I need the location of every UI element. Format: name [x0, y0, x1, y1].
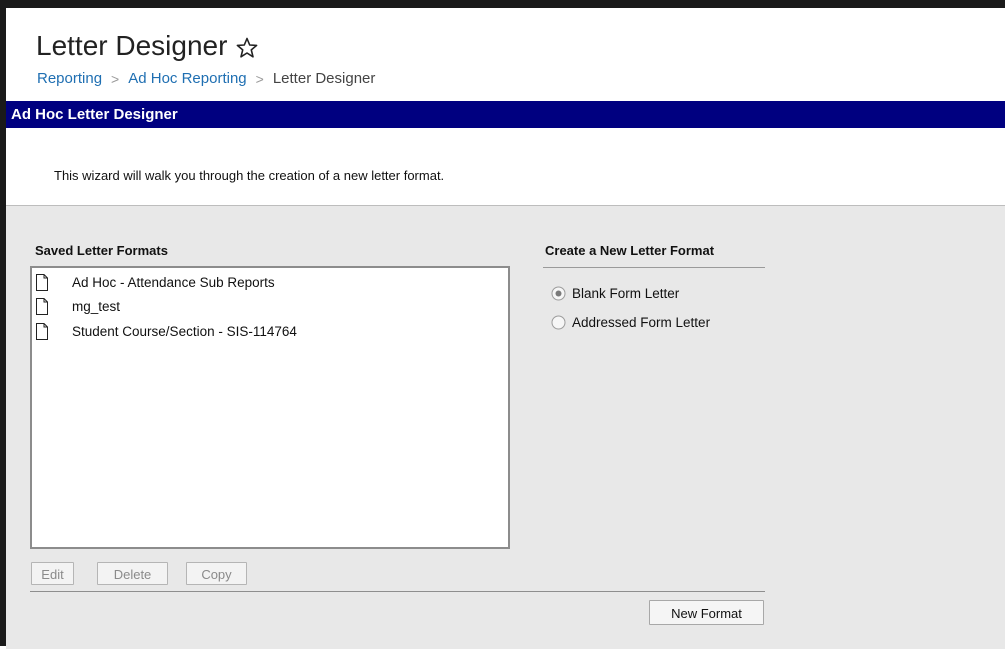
breadcrumb-current: Letter Designer — [272, 70, 376, 87]
wizard-body: Saved Letter Formats Ad Hoc - Attendance… — [6, 206, 1005, 649]
radio-selected-icon[interactable] — [551, 286, 566, 301]
copy-button[interactable]: Copy — [186, 562, 247, 585]
edit-button[interactable]: Edit — [31, 562, 74, 585]
list-item[interactable]: mg_test — [36, 295, 120, 317]
document-icon — [36, 322, 48, 340]
breadcrumb-separator-icon: > — [111, 70, 120, 87]
breadcrumb: Reporting > Ad Hoc Reporting > Letter De… — [37, 70, 375, 87]
page-title: Letter Designer — [36, 30, 228, 61]
list-item-label: Student Course/Section - SIS-114764 — [72, 323, 297, 339]
radio-label: Addressed Form Letter — [572, 315, 711, 330]
divider — [543, 267, 765, 268]
panel-title-bar: Ad Hoc Letter Designer — [6, 101, 1005, 128]
create-format-heading: Create a New Letter Format — [545, 243, 715, 258]
saved-formats-heading: Saved Letter Formats — [35, 243, 168, 258]
radio-unselected-icon[interactable] — [551, 315, 566, 330]
new-format-button[interactable]: New Format — [649, 600, 764, 625]
intro-text: This wizard will walk you through the cr… — [54, 168, 445, 183]
list-item[interactable]: Student Course/Section - SIS-114764 — [36, 320, 297, 342]
list-item-label: mg_test — [72, 298, 121, 314]
delete-button[interactable]: Delete — [97, 562, 168, 585]
breadcrumb-reporting[interactable]: Reporting — [37, 70, 102, 87]
radio-blank-form-letter[interactable]: Blank Form Letter — [551, 286, 679, 301]
page-header: Letter Designer Reporting > Ad Hoc Repor… — [6, 8, 1005, 100]
app-frame: Letter Designer Reporting > Ad Hoc Repor… — [0, 0, 1005, 649]
document-icon — [36, 273, 48, 291]
intro-section: This wizard will walk you through the cr… — [6, 128, 1005, 206]
radio-label: Blank Form Letter — [572, 286, 680, 301]
radio-addressed-form-letter[interactable]: Addressed Form Letter — [551, 315, 710, 330]
breadcrumb-ad-hoc-reporting[interactable]: Ad Hoc Reporting — [128, 70, 246, 87]
star-icon[interactable] — [235, 35, 259, 59]
document-icon — [36, 297, 48, 315]
list-item[interactable]: Ad Hoc - Attendance Sub Reports — [36, 271, 275, 293]
list-item-label: Ad Hoc - Attendance Sub Reports — [72, 274, 275, 290]
saved-formats-list[interactable]: Ad Hoc - Attendance Sub Reports mg_test … — [30, 266, 510, 549]
breadcrumb-separator-icon: > — [255, 70, 264, 87]
divider — [30, 591, 765, 592]
